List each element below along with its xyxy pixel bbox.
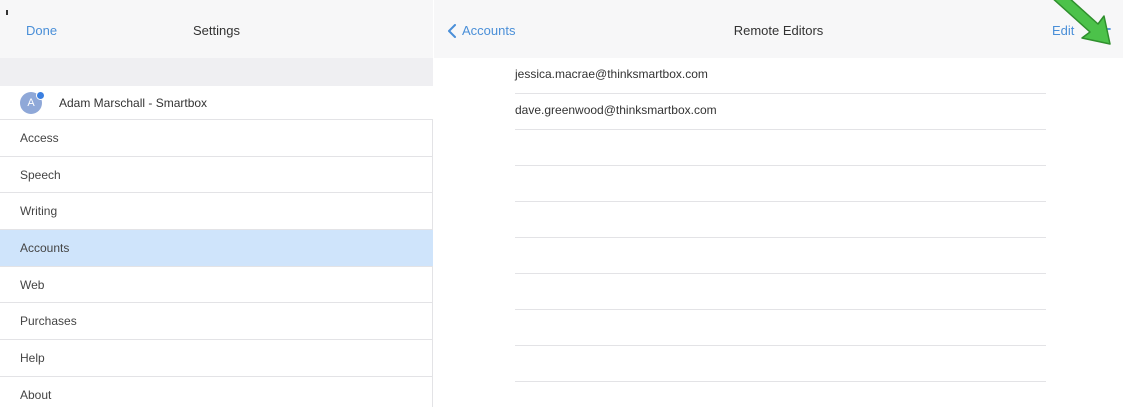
menu-item-purchases[interactable]: Purchases (0, 303, 433, 341)
menu-item-web[interactable]: Web (0, 267, 433, 304)
empty-row (515, 346, 1046, 382)
settings-title: Settings (193, 23, 240, 38)
menu-item-label: Speech (20, 167, 61, 182)
menu-item-label: Accounts (20, 241, 70, 256)
menu-item-label: Help (20, 351, 45, 366)
account-row[interactable]: A Adam Marschall - Smartbox (0, 86, 433, 120)
plus-icon[interactable] (1091, 17, 1115, 41)
menu-item-label: Access (20, 131, 59, 145)
menu-item-speech[interactable]: Speech (0, 157, 433, 194)
empty-row (515, 274, 1046, 310)
empty-row (515, 202, 1046, 238)
menu-item-help[interactable]: Help (0, 340, 433, 377)
remote-editors-title: Remote Editors (733, 23, 824, 38)
menu-item-label: Writing (20, 204, 58, 219)
menu-item-label: Web (20, 277, 45, 292)
account-name: Adam Marschall - Smartbox (59, 96, 208, 110)
menu-item-writing[interactable]: Writing (0, 193, 433, 231)
menu-item-accounts[interactable]: Accounts (0, 230, 433, 267)
list-item[interactable]: dave.greenwood@thinksmartbox.com (515, 94, 1046, 130)
corner-mark (6, 10, 8, 15)
avatar-badge-icon (36, 91, 45, 100)
empty-row (515, 238, 1046, 274)
empty-row (515, 130, 1046, 166)
empty-row (515, 166, 1046, 202)
menu-item-access[interactable]: Access (0, 120, 433, 157)
settings-menu: Access Speech Writing Accounts Web Purch… (0, 120, 433, 407)
settings-nav-bar: Done Settings (0, 0, 433, 58)
settings-pane: Done Settings A Adam Marschall - Smartbo… (0, 0, 433, 407)
edit-button[interactable]: Edit (1052, 23, 1074, 38)
menu-item-label: About (20, 387, 52, 402)
section-spacer (0, 58, 433, 86)
editor-email: jessica.macrae@thinksmartbox.com (515, 67, 708, 81)
remote-editors-list: jessica.macrae@thinksmartbox.com dave.gr… (434, 58, 1123, 382)
remote-editors-pane: Accounts Remote Editors Edit jessica.mac… (434, 0, 1123, 407)
editor-email: dave.greenwood@thinksmartbox.com (515, 103, 717, 117)
list-item[interactable]: jessica.macrae@thinksmartbox.com (515, 58, 1046, 94)
menu-item-about[interactable]: About (0, 377, 433, 407)
menu-item-label: Purchases (20, 314, 77, 329)
remote-editors-nav-bar: Accounts Remote Editors Edit (434, 0, 1123, 58)
empty-row (515, 310, 1046, 346)
